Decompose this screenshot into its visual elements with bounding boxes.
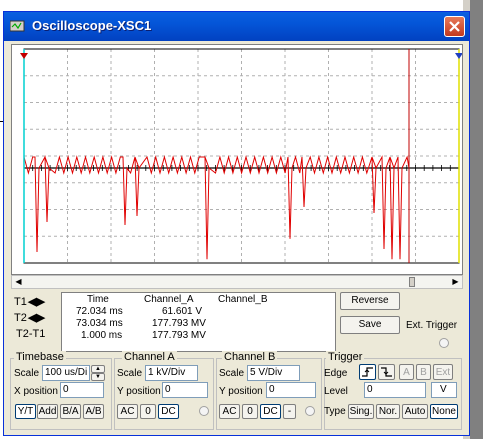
title-bar[interactable]: Oscilloscope-XSC1 <box>4 12 469 41</box>
t1-time: 72.034 ms <box>76 306 123 317</box>
timebase-scale-field[interactable]: 100 us/Di <box>42 365 90 381</box>
trigger-source-b-button[interactable]: B <box>416 364 431 380</box>
trigger-source-a-button[interactable]: A <box>399 364 414 380</box>
t1-label: T1 <box>14 296 27 308</box>
ext-trigger-terminal[interactable] <box>439 338 449 348</box>
scroll-right-arrow-icon[interactable]: ▶ <box>449 276 462 288</box>
channel-a-title: Channel A <box>122 351 177 363</box>
save-button[interactable]: Save <box>340 316 400 334</box>
falling-edge-button[interactable] <box>378 364 395 380</box>
ext-trigger-label: Ext. Trigger <box>406 320 458 331</box>
channel-a-terminal[interactable] <box>199 406 209 416</box>
timebase-scale-down-icon[interactable]: ▼ <box>91 373 105 381</box>
t2-t1-time: 1.000 ms <box>81 330 123 341</box>
channel-a-trace <box>23 155 410 260</box>
channel-b-ypos-field[interactable]: 0 <box>266 382 316 398</box>
timebase-title: Timebase <box>14 351 66 363</box>
mode-ab-button[interactable]: A/B <box>83 404 104 419</box>
channel-b-scale-field[interactable]: 5 V/Div <box>247 365 300 381</box>
cursor-t2-handle[interactable] <box>455 53 463 59</box>
channel-b-scale-label: Scale <box>219 368 245 379</box>
channel-b-ac-button[interactable]: AC <box>219 404 240 419</box>
window-title: Oscilloscope-XSC1 <box>32 18 152 33</box>
channel-a-ac-button[interactable]: AC <box>117 404 138 419</box>
timebase-scale-up-icon[interactable]: ▲ <box>91 365 105 373</box>
channel-a-scale-label: Scale <box>117 368 143 379</box>
reverse-button[interactable]: Reverse <box>340 292 400 310</box>
trigger-type-normal-button[interactable]: Nor. <box>376 404 400 419</box>
close-button[interactable] <box>444 16 465 37</box>
channel-b-zero-button[interactable]: 0 <box>242 404 258 419</box>
trigger-type-none-button[interactable]: None <box>430 404 458 419</box>
scroll-thumb[interactable] <box>409 277 415 287</box>
oscilloscope-screen[interactable] <box>11 44 463 275</box>
rising-edge-icon <box>362 367 373 377</box>
t2-label: T2 <box>14 312 27 324</box>
trigger-type-single-button[interactable]: Sing. <box>348 404 374 419</box>
channel-b-title: Channel B <box>222 351 278 363</box>
t2-t1-label: T2-T1 <box>16 328 46 340</box>
t2-channel-a: 177.793 MV <box>152 318 206 329</box>
scope-display <box>20 48 463 264</box>
trigger-type-auto-button[interactable]: Auto <box>402 404 428 419</box>
channel-a-dc-button[interactable]: DC <box>158 404 179 419</box>
channel-a-scale-field[interactable]: 1 kV/Div <box>145 365 198 381</box>
t2-t1-channel-a: 177.793 MV <box>152 330 206 341</box>
oscilloscope-icon <box>10 20 25 32</box>
timebase-xpos-field[interactable]: 0 <box>60 382 104 398</box>
channel-a-zero-button[interactable]: 0 <box>140 404 156 419</box>
trigger-type-label: Type <box>324 406 346 417</box>
scroll-left-arrow-icon[interactable]: ◀ <box>12 276 25 288</box>
timebase-scale-label: Scale <box>14 368 40 379</box>
readout-header-channel-a: Channel_A <box>144 294 194 305</box>
readout-header-time: Time <box>87 294 109 305</box>
t1-channel-a: 61.601 V <box>162 306 203 317</box>
trigger-edge-label: Edge <box>324 368 348 379</box>
trigger-level-field[interactable]: 0 <box>364 382 426 398</box>
cursor-readout-panel: Time Channel_A Channel_B 72.034 ms 61.60… <box>61 292 336 352</box>
oscilloscope-window: Oscilloscope-XSC1 ◀ ▶ T1 ◀▶ T2 ◀▶ T2-T1 … <box>3 11 470 436</box>
desktop-background <box>470 0 483 439</box>
channel-b-dc-button[interactable]: DC <box>260 404 281 419</box>
close-icon <box>449 21 460 32</box>
mode-yt-button[interactable]: Y/T <box>15 404 36 419</box>
cursor-t1-handle[interactable] <box>20 53 28 59</box>
channel-a-ypos-label: Y position <box>117 386 161 397</box>
falling-edge-icon <box>381 367 392 377</box>
t2-time: 73.034 ms <box>76 318 123 329</box>
readout-header-channel-b: Channel_B <box>218 294 268 305</box>
trigger-level-unit[interactable]: V <box>431 382 457 398</box>
t2-arrow-icon[interactable]: ◀▶ <box>28 311 45 324</box>
trigger-title: Trigger <box>326 351 365 363</box>
timebase-xpos-label: X position <box>14 386 58 397</box>
rising-edge-button[interactable] <box>359 364 376 380</box>
time-scrollbar[interactable]: ◀ ▶ <box>11 275 463 289</box>
channel-b-ypos-label: Y position <box>219 386 263 397</box>
trigger-level-label: Level <box>324 386 348 397</box>
channel-b-minus-button[interactable]: - <box>283 404 296 419</box>
mode-add-button[interactable]: Add <box>37 404 58 419</box>
channel-a-ypos-field[interactable]: 0 <box>162 382 208 398</box>
trigger-source-ext-button[interactable]: Ext <box>433 364 453 380</box>
screen-grid <box>23 48 460 264</box>
mode-ba-button[interactable]: B/A <box>60 404 81 419</box>
channel-b-terminal[interactable] <box>305 406 315 416</box>
t1-left-arrow-icon[interactable]: ◀▶ <box>28 295 45 308</box>
